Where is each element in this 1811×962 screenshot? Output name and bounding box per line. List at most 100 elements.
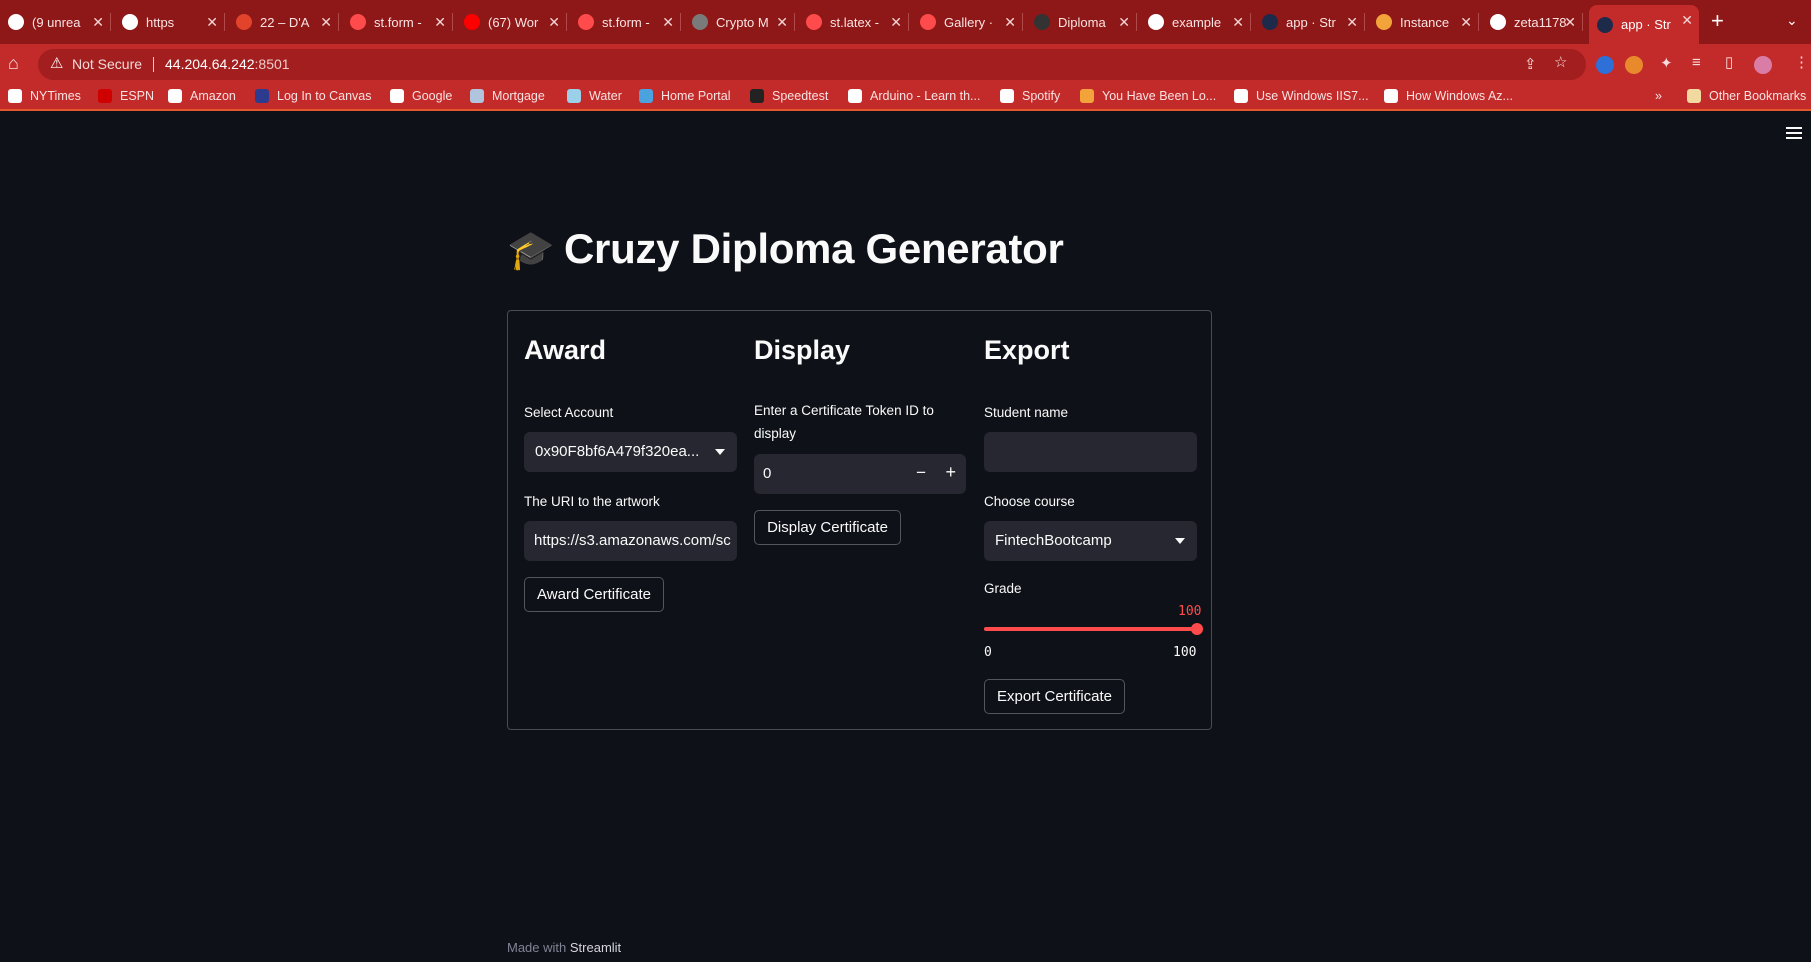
browser-tab[interactable]: st.form - ✕ — [342, 7, 453, 37]
course-select[interactable]: FintechBootcamp — [984, 521, 1197, 561]
bookmark-favicon-icon — [848, 89, 862, 103]
grade-slider-min: 0 — [984, 645, 992, 660]
extension-icon[interactable] — [1596, 56, 1614, 74]
bookmark-item[interactable]: Water — [567, 89, 622, 103]
share-icon[interactable]: ⇪ — [1524, 55, 1537, 73]
award-certificate-button[interactable]: Award Certificate — [524, 577, 664, 612]
streamlit-link[interactable]: Streamlit — [570, 940, 621, 955]
tab-separator — [1250, 13, 1251, 31]
puzzle-icon[interactable]: ✦ — [1660, 54, 1673, 72]
bookmark-item[interactable]: Mortgage — [470, 89, 545, 103]
browser-tab[interactable]: Crypto M ✕ — [684, 7, 795, 37]
home-icon[interactable]: ⌂ — [8, 53, 30, 75]
tab-favicon-icon — [920, 14, 936, 30]
token-id-value: 0 — [763, 465, 772, 482]
bookmark-favicon-icon — [255, 89, 269, 103]
bookmark-item[interactable]: Spotify — [1000, 89, 1060, 103]
browser-tab[interactable]: example ✕ — [1140, 7, 1251, 37]
tab-separator — [1364, 13, 1365, 31]
tab-favicon-icon — [350, 14, 366, 30]
tab-close-icon[interactable]: ✕ — [1232, 14, 1244, 31]
bookmarks-overflow-icon[interactable]: » — [1655, 89, 1662, 103]
uri-input[interactable]: https://s3.amazonaws.com/sc — [524, 521, 737, 561]
tab-close-icon[interactable]: ✕ — [1346, 14, 1358, 31]
bookmark-item[interactable]: Arduino - Learn th... — [848, 89, 980, 103]
kebab-menu-icon[interactable]: ⋮ — [1794, 53, 1809, 71]
metamask-icon[interactable] — [1625, 56, 1643, 74]
address-bar[interactable]: ⚠ Not Secure 44.204.64.242:8501 ⇪ ☆ — [38, 49, 1586, 80]
tab-close-icon[interactable]: ✕ — [776, 14, 788, 31]
bookmark-label: Mortgage — [492, 89, 545, 103]
tab-favicon-icon — [692, 14, 708, 30]
footer: Made with Streamlit — [507, 940, 621, 955]
account-label: Select Account — [524, 405, 614, 420]
tab-close-icon[interactable]: ✕ — [890, 14, 902, 31]
browser-tab[interactable]: (67) Wor ✕ — [456, 7, 567, 37]
export-certificate-button[interactable]: Export Certificate — [984, 679, 1125, 714]
bookmark-favicon-icon — [470, 89, 484, 103]
security-label[interactable]: Not Secure — [72, 56, 142, 72]
bookmark-item[interactable]: ESPN — [98, 89, 154, 103]
bookmark-item[interactable]: Amazon — [168, 89, 236, 103]
browser-tab[interactable]: (9 unrea ✕ — [0, 7, 111, 37]
bookmark-item[interactable]: You Have Been Lo... — [1080, 89, 1216, 103]
export-heading: Export — [984, 335, 1070, 365]
token-id-input[interactable]: 0 − + — [754, 454, 966, 494]
other-bookmarks[interactable]: Other Bookmarks — [1687, 89, 1806, 103]
bookmark-label: Speedtest — [772, 89, 829, 103]
browser-tab[interactable]: Diploma ✕ — [1026, 7, 1137, 37]
tab-favicon-icon — [8, 14, 24, 30]
browser-tab[interactable]: Instance ✕ — [1368, 7, 1479, 37]
bookmark-star-icon[interactable]: ☆ — [1554, 53, 1567, 71]
bookmark-item[interactable]: NYTimes — [8, 89, 81, 103]
student-name-input[interactable] — [984, 432, 1197, 472]
browser-tab[interactable]: app · Str ✕ — [1254, 7, 1365, 37]
tab-favicon-icon — [464, 14, 480, 30]
decrement-button[interactable]: − — [916, 463, 926, 483]
display-certificate-button[interactable]: Display Certificate — [754, 510, 901, 545]
warning-icon[interactable]: ⚠ — [50, 54, 63, 72]
bookmark-label: Water — [589, 89, 622, 103]
tab-close-icon[interactable]: ✕ — [662, 14, 674, 31]
url-text[interactable]: 44.204.64.242:8501 — [165, 56, 290, 72]
bookmark-item[interactable]: How Windows Az... — [1384, 89, 1513, 103]
account-select[interactable]: 0x90F8bf6A479f320ea... — [524, 432, 737, 472]
tab-separator — [794, 13, 795, 31]
bookmark-label: You Have Been Lo... — [1102, 89, 1217, 103]
tab-close-icon[interactable]: ✕ — [92, 14, 104, 31]
reading-list-icon[interactable]: ≡ — [1692, 54, 1701, 71]
tab-close-icon[interactable]: ✕ — [1004, 14, 1016, 31]
bookmark-favicon-icon — [98, 89, 112, 103]
display-heading: Display — [754, 335, 851, 365]
bookmark-item[interactable]: Home Portal — [639, 89, 730, 103]
bookmark-item[interactable]: Log In to Canvas — [255, 89, 372, 103]
browser-tab[interactable]: https ✕ — [114, 7, 225, 37]
tab-close-icon[interactable]: ✕ — [320, 14, 332, 31]
new-tab-button[interactable]: + — [1711, 9, 1724, 33]
avatar[interactable] — [1754, 56, 1772, 74]
tab-search-icon[interactable]: ⌄ — [1786, 12, 1798, 29]
bookmark-item[interactable]: Use Windows IIS7... — [1234, 89, 1369, 103]
browser-tab[interactable]: 22 – D'A ✕ — [228, 7, 339, 37]
increment-button[interactable]: + — [945, 462, 956, 483]
tab-close-icon[interactable]: ✕ — [1681, 12, 1693, 29]
grade-slider-thumb[interactable] — [1191, 623, 1203, 635]
tab-close-icon[interactable]: ✕ — [548, 14, 560, 31]
footer-text: Made with — [507, 940, 570, 955]
tab-separator — [566, 13, 567, 31]
browser-tab[interactable]: Gallery · ✕ — [912, 7, 1023, 37]
browser-tab[interactable]: st.form - ✕ — [570, 7, 681, 37]
bookmark-item[interactable]: Google — [390, 89, 452, 103]
browser-tab[interactable]: app · Str ✕ — [1589, 5, 1699, 44]
tab-close-icon[interactable]: ✕ — [1564, 14, 1576, 31]
bookmark-item[interactable]: Speedtest — [750, 89, 828, 103]
tab-close-icon[interactable]: ✕ — [434, 14, 446, 31]
grade-slider-max: 100 — [1173, 645, 1197, 660]
hamburger-menu-icon[interactable] — [1786, 127, 1802, 139]
tab-close-icon[interactable]: ✕ — [1460, 14, 1472, 31]
tab-close-icon[interactable]: ✕ — [1118, 14, 1130, 31]
tab-close-icon[interactable]: ✕ — [206, 14, 218, 31]
side-panel-icon[interactable]: ▯ — [1725, 53, 1733, 71]
browser-tab[interactable]: zeta1178 ✕ — [1482, 7, 1583, 37]
browser-tab[interactable]: st.latex - ✕ — [798, 7, 909, 37]
